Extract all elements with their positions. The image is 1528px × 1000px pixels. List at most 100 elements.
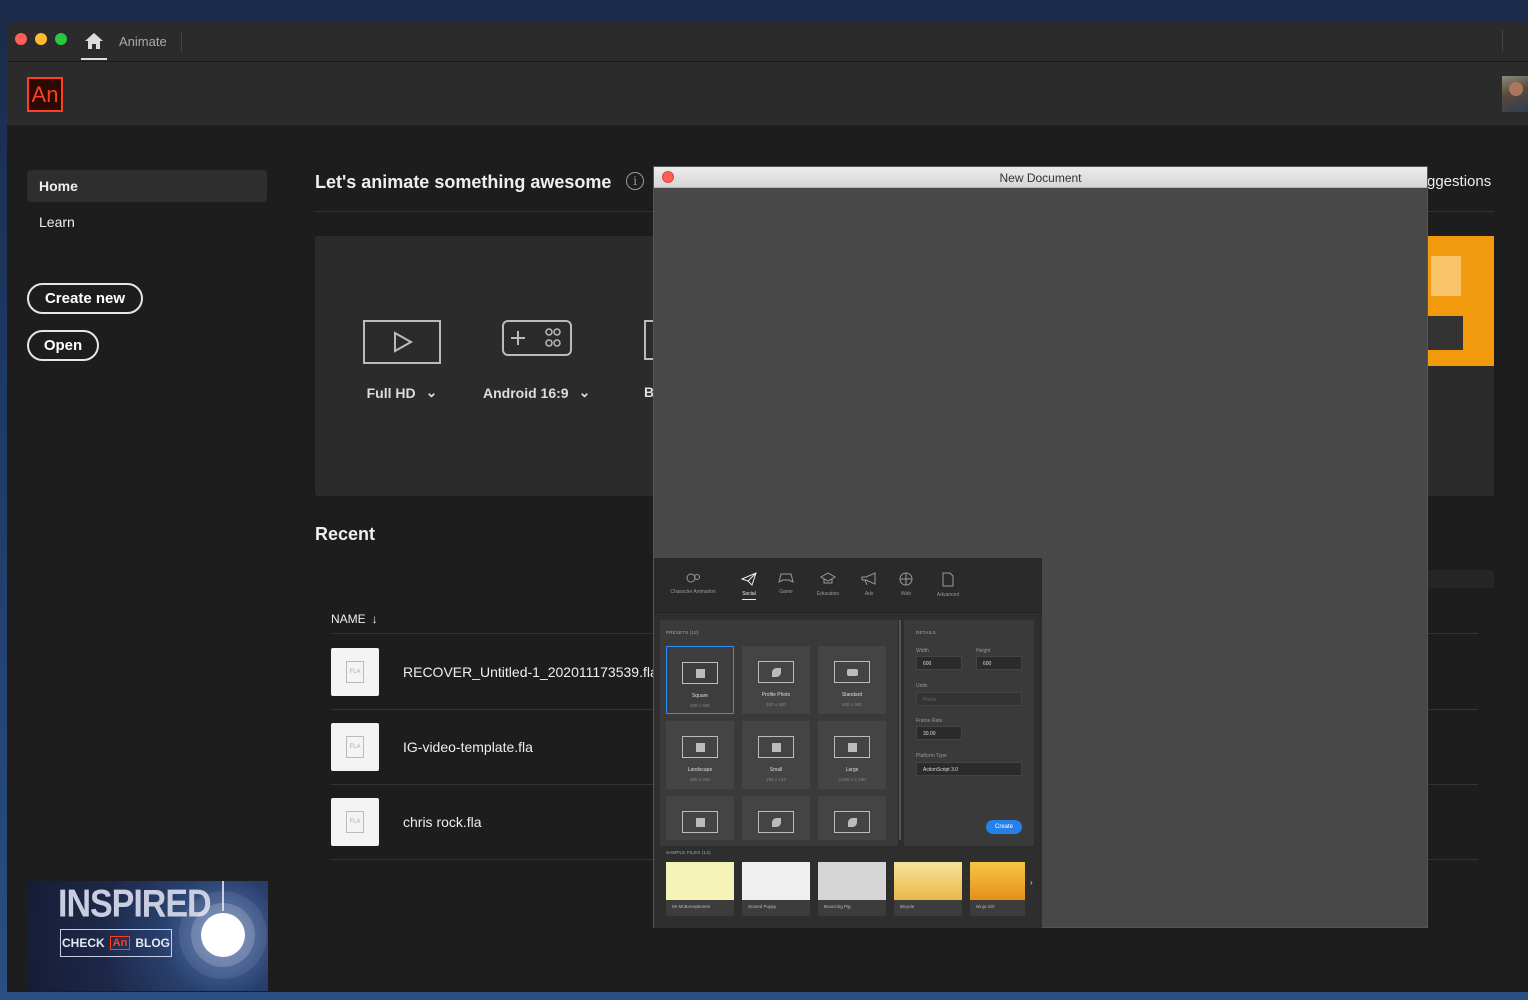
- preset-size: 600 x 600: [690, 703, 710, 708]
- info-icon[interactable]: i: [626, 172, 644, 190]
- facebook-icon: [682, 736, 718, 758]
- chevron-down-icon[interactable]: ⌄: [426, 384, 438, 401]
- column-header-name[interactable]: NAME ↓: [331, 612, 378, 626]
- file-name: IG-video-template.fla: [403, 739, 533, 755]
- preset-tile-large[interactable]: Large 3,840 x 2,160: [818, 721, 886, 789]
- suggestion-card[interactable]: [1427, 236, 1494, 366]
- sample-thumbnail: [970, 862, 1025, 900]
- preset-tile-landscape[interactable]: Landscape 600 x 315: [666, 721, 734, 789]
- app-title: Animate: [119, 34, 167, 49]
- sample-file[interactable]: Mr McBoneyBones: [666, 862, 734, 916]
- tab-advanced[interactable]: Advanced: [918, 572, 978, 598]
- sidebar-item-learn[interactable]: Learn: [27, 206, 267, 238]
- preset-name: Large: [845, 767, 859, 773]
- presets-section-label: PRESETS (12): [666, 630, 699, 635]
- preset-name: Small: [769, 767, 783, 773]
- preset-tile-small[interactable]: Small 256 x 144: [742, 721, 810, 789]
- recent-file-row[interactable]: FLA IG-video-template.fla: [331, 723, 661, 798]
- preset-name: Landscape: [687, 767, 713, 773]
- file-type-badge: FLA: [346, 811, 364, 833]
- width-field[interactable]: 600: [916, 656, 962, 670]
- promo-check-blog: CHECK An BLOG: [60, 929, 172, 957]
- sample-thumbnail: [666, 862, 734, 900]
- graduation-cap-icon: [820, 572, 836, 584]
- preset-tile-square[interactable]: Square 600 x 600: [666, 646, 734, 714]
- promo-blog-label: BLOG: [135, 936, 170, 950]
- animate-logo: An: [27, 77, 63, 112]
- titlebar-divider: [1502, 30, 1503, 52]
- facebook-icon: [682, 811, 718, 833]
- presets-list: PRESETS (12) Square 600 x 600 Profile Ph…: [660, 620, 898, 846]
- sample-thumbnail: [894, 862, 962, 900]
- dialog-titlebar: New Document: [654, 167, 1427, 188]
- tab-label: Advanced: [936, 592, 960, 598]
- youtube-icon: [834, 661, 870, 683]
- sample-file[interactable]: Bicycle: [894, 862, 962, 916]
- home-icon: [85, 33, 103, 49]
- create-new-button[interactable]: Create new: [27, 283, 143, 314]
- file-type-badge: FLA: [346, 661, 364, 683]
- height-field[interactable]: 600: [976, 656, 1022, 670]
- width-label: Width: [916, 648, 929, 654]
- create-button[interactable]: Create: [986, 820, 1022, 834]
- sample-name: Scared Puppy: [748, 904, 777, 909]
- presets-scrollbar[interactable]: [899, 620, 901, 840]
- sample-file[interactable]: Bouncing Pig: [818, 862, 886, 916]
- units-label: Units: [916, 683, 928, 689]
- preset-name: Standard: [841, 692, 863, 698]
- minimize-window-button[interactable]: [35, 33, 47, 45]
- promo-an-logo: An: [109, 936, 131, 950]
- sample-name: Ninja Girl: [976, 904, 995, 909]
- avatar[interactable]: [1502, 76, 1528, 112]
- category-tabs: Character Animation Social Game Educatio…: [654, 558, 1042, 613]
- preset-android[interactable]: Android 16:9 ⌄: [483, 320, 590, 401]
- search-field[interactable]: [1427, 570, 1494, 588]
- close-window-button[interactable]: [15, 33, 27, 45]
- chevron-down-icon[interactable]: ⌄: [579, 384, 591, 401]
- fla-file-icon: FLA: [331, 723, 379, 771]
- card-graphic: [1431, 256, 1461, 296]
- card-graphic: [1427, 316, 1463, 350]
- new-document-dialog: New Document Character Animation Social …: [653, 166, 1428, 928]
- details-panel: DETAILS Width 600 Height 600 Units Pixel…: [904, 620, 1034, 846]
- sample-thumbnail: [818, 862, 886, 900]
- preset-full-hd[interactable]: Full HD ⌄: [363, 320, 441, 401]
- height-label: Height: [976, 648, 991, 654]
- sample-file[interactable]: Scared Puppy: [742, 862, 810, 916]
- preset-tile[interactable]: [666, 796, 734, 840]
- platform-label: Platform Type: [916, 753, 947, 759]
- recent-file-row[interactable]: FLA RECOVER_Untitled-1_202011173539.fla: [331, 648, 661, 723]
- frame-rate-field[interactable]: 30.00: [916, 726, 962, 740]
- promo-line: [222, 881, 224, 911]
- tab-label: Social: [742, 591, 756, 600]
- sidebar-item-home[interactable]: Home: [27, 170, 267, 202]
- sample-files: SAMPLE FILES (14) Mr McBoneyBones Scared…: [660, 848, 1040, 926]
- inspired-promo-banner[interactable]: INSPIRED CHECK An BLOG: [28, 881, 268, 991]
- recent-file-row[interactable]: FLA chris rock.fla: [331, 798, 661, 873]
- twitter-icon: [758, 811, 794, 833]
- preset-tile-profile-photo[interactable]: Profile Photo 400 x 400: [742, 646, 810, 714]
- zoom-window-button[interactable]: [55, 33, 67, 45]
- preset-tile[interactable]: [818, 796, 886, 840]
- preset-name: Square: [691, 693, 709, 699]
- preset-label: Full HD: [366, 384, 416, 401]
- video-play-icon: [363, 320, 441, 364]
- open-button[interactable]: Open: [27, 330, 99, 361]
- preset-tile-standard[interactable]: Standard 640 x 480: [818, 646, 886, 714]
- suggestions-heading: ggestions: [1427, 173, 1492, 190]
- megaphone-icon: [861, 572, 876, 586]
- sample-file[interactable]: Ninja Girl: [970, 862, 1025, 916]
- tab-label: Web: [900, 591, 912, 597]
- tab-label: Ads: [864, 591, 874, 597]
- tab-label: Education: [816, 591, 840, 597]
- facebook-icon: [758, 736, 794, 758]
- chevron-right-icon[interactable]: ›: [1030, 878, 1033, 887]
- recent-heading: Recent: [315, 524, 376, 544]
- details-section-label: DETAILS: [916, 630, 936, 635]
- preset-tile[interactable]: [742, 796, 810, 840]
- sample-name: Bicycle: [900, 904, 915, 909]
- home-tab[interactable]: [81, 30, 107, 60]
- tab-character-animation[interactable]: Character Animation: [663, 572, 723, 595]
- platform-select[interactable]: ActionScript 3.0: [916, 762, 1022, 776]
- sample-thumbnail: [742, 862, 810, 900]
